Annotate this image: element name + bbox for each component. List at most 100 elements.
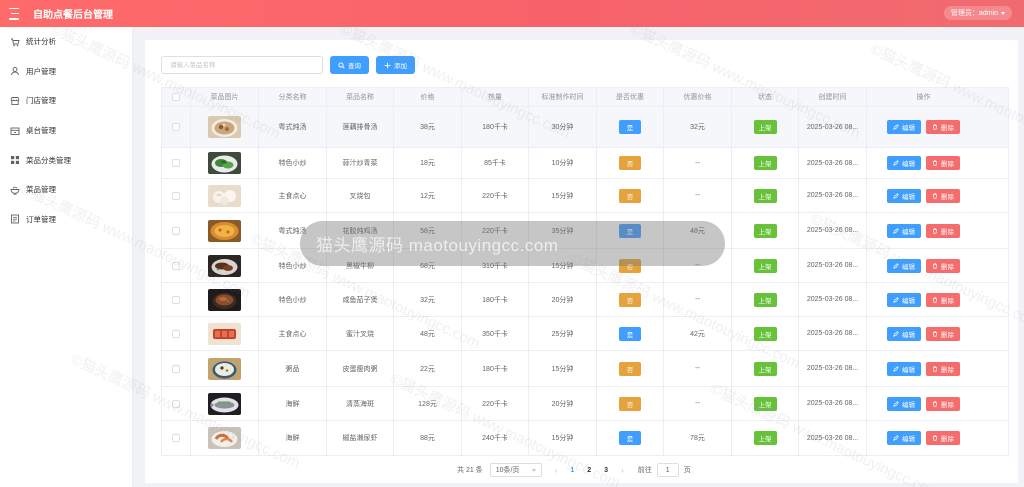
delete-button[interactable]: 删除 [926,188,960,203]
select-all-checkbox[interactable] [172,93,180,101]
delete-button[interactable]: 删除 [926,396,960,411]
price-cell: 58元 [394,213,462,248]
status-badge[interactable]: 上架 [753,188,777,203]
goto-page-input[interactable] [656,463,679,477]
status-badge[interactable]: 上架 [753,292,777,307]
discount-price-cell: -- [664,148,732,178]
edit-button[interactable]: 编辑 [887,223,921,238]
discount-price-cell: 42元 [664,317,732,350]
discount-price-cell: 78元 [664,421,732,455]
query-button[interactable]: 查询 [330,56,369,74]
delete-button[interactable]: 删除 [926,258,960,273]
dish-name-cell: 蜜汁叉烧 [327,317,394,350]
page-size-select[interactable]: 10条/页 [489,463,542,477]
select-all-cell[interactable] [162,88,191,106]
operations-cell: 编辑 删除 [867,249,980,282]
trash-icon [933,435,937,441]
delete-button[interactable]: 删除 [926,156,960,170]
discount-tag: 否 [619,361,641,376]
sidebar-item-2[interactable]: 门店管理 [0,86,132,116]
dish-thumbnail [208,219,241,242]
sidebar-item-label: 桌台管理 [26,126,56,136]
edit-button-label: 编辑 [902,331,915,339]
status-badge[interactable]: 上架 [753,431,777,445]
row-checkbox[interactable] [172,123,180,131]
sidebar-item-6[interactable]: 订单管理 [0,205,132,235]
order-icon [10,214,20,224]
category-cell: 主食点心 [259,179,327,212]
page-number[interactable]: 2 [587,467,591,474]
row-checkbox[interactable] [172,226,180,235]
status-badge[interactable]: 上架 [753,258,777,273]
status-badge[interactable]: 上架 [753,326,777,341]
edit-button[interactable]: 编辑 [887,120,921,134]
status-badge[interactable]: 上架 [753,396,777,411]
row-checkbox[interactable] [172,159,180,167]
row-checkbox[interactable] [172,434,180,442]
delete-button[interactable]: 删除 [926,326,960,341]
edit-icon [893,160,899,166]
edit-button[interactable]: 编辑 [887,188,921,203]
status-badge[interactable]: 上架 [753,361,777,376]
column-header: 优惠价格 [664,88,732,106]
edit-button[interactable]: 编辑 [887,361,921,376]
delete-button[interactable]: 删除 [926,223,960,238]
trash-icon [933,160,937,166]
edit-button[interactable]: 编辑 [887,156,921,170]
status-badge[interactable]: 上架 [753,120,777,134]
delete-button[interactable]: 删除 [926,361,960,376]
edit-button[interactable]: 编辑 [887,431,921,445]
admin-dropdown[interactable]: 管理员：admin [943,6,1012,20]
sidebar-item-1[interactable]: 用户管理 [0,57,132,87]
dish-name-cell: 黑椒牛柳 [327,249,394,282]
sidebar-item-label: 门店管理 [26,96,56,106]
sidebar-item-5[interactable]: 菜品管理 [0,175,132,205]
delete-button-label: 删除 [941,297,954,305]
row-checkbox[interactable] [172,329,180,338]
dish-image-cell [191,213,259,248]
delete-button[interactable]: 删除 [926,120,960,134]
calories-cell: 180千卡 [462,351,529,386]
edit-button[interactable]: 编辑 [887,396,921,411]
sidebar-item-4[interactable]: 菜品分类管理 [0,145,132,175]
status-cell: 上架 [732,351,799,386]
next-page-icon[interactable]: › [621,466,624,475]
edit-button[interactable]: 编辑 [887,292,921,307]
edit-icon [893,192,899,199]
row-checkbox[interactable] [172,295,180,304]
page-number[interactable]: 3 [604,467,608,474]
add-button[interactable]: 添加 [376,56,415,74]
discount-tag: 否 [619,396,641,411]
search-icon [338,61,345,69]
discount-price-cell: 32元 [664,107,732,147]
edit-button[interactable]: 编辑 [887,258,921,273]
status-badge[interactable]: 上架 [753,223,777,238]
status-badge[interactable]: 上架 [753,156,777,170]
row-checkbox[interactable] [172,399,180,408]
row-checkbox[interactable] [172,364,180,373]
search-input[interactable] [161,56,323,74]
edit-icon [893,262,899,269]
page-number[interactable]: 1 [570,467,574,474]
delete-button[interactable]: 删除 [926,292,960,307]
dish-image-cell [191,283,259,316]
menu-toggle-icon[interactable] [9,7,23,20]
delete-button[interactable]: 删除 [926,431,960,445]
edit-icon [893,435,899,441]
discount-tag: 否 [619,188,641,203]
sidebar-item-0[interactable]: 统计分析 [0,27,132,57]
column-header: 状态 [732,88,799,106]
grid-icon [10,155,20,165]
discount-price-cell: -- [664,179,732,212]
edit-button[interactable]: 编辑 [887,326,921,341]
column-header: 热量 [462,88,529,106]
dish-name-cell: 叉烧包 [327,179,394,212]
operations-cell: 编辑 删除 [867,317,980,350]
sidebar-item-label: 订单管理 [26,214,56,224]
row-check-cell [162,317,191,350]
row-checkbox[interactable] [172,261,180,270]
discount-cell: 是 [597,421,664,455]
sidebar-item-3[interactable]: 桌台管理 [0,116,132,146]
dish-thumbnail [208,322,241,345]
row-checkbox[interactable] [172,191,180,200]
